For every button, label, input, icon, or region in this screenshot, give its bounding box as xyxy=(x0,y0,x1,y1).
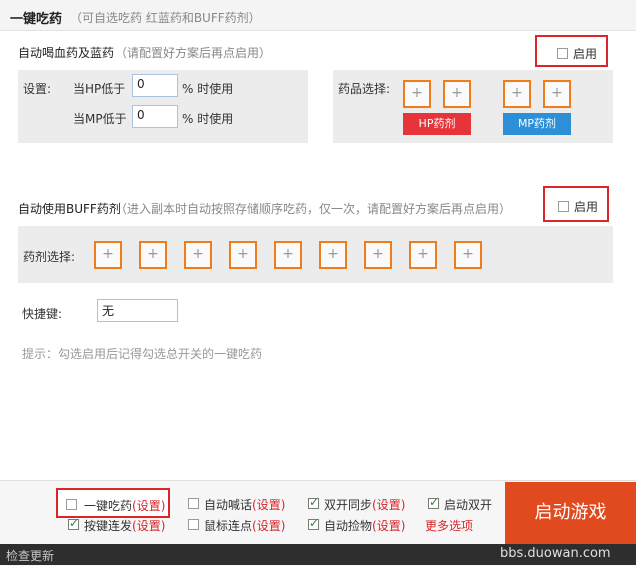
buff-enable-checkbox[interactable] xyxy=(558,201,569,212)
option-one-click-potion-label: 一键吃药 xyxy=(84,499,133,513)
option-auto-pickup-settings-link[interactable]: (设置) xyxy=(372,519,405,533)
buff-slot-8[interactable]: + xyxy=(409,241,437,269)
hotkey-label: 快捷键: xyxy=(22,307,63,321)
buff-slot-4[interactable]: + xyxy=(229,241,257,269)
potion-section-hint: （请配置好方案后再点启用） xyxy=(115,46,272,60)
option-mouse-click-settings-link[interactable]: (设置) xyxy=(252,519,285,533)
option-start-dual-label: 启动双开 xyxy=(444,498,493,512)
potion-enable-label: 启用 xyxy=(573,47,598,61)
buff-slot-1[interactable]: + xyxy=(94,241,122,269)
option-key-repeat-settings-link[interactable]: (设置) xyxy=(132,519,165,533)
buff-select-panel: 药剂选择: + + + + + + + + + xyxy=(18,226,613,283)
buff-slot-3[interactable]: + xyxy=(184,241,212,269)
mp-potion-label: MP药剂 xyxy=(503,113,571,135)
hp-threshold-label: 当HP低于 xyxy=(73,82,126,96)
hotkey-input[interactable]: 无 xyxy=(97,299,178,322)
option-auto-shout-checkbox[interactable] xyxy=(188,498,199,509)
buff-enable-toggle[interactable]: 启用 xyxy=(543,186,609,222)
potion-select-panel: 药品选择: + + + + HP药剂 MP药剂 xyxy=(333,70,613,143)
option-mouse-click-label: 鼠标连点 xyxy=(204,519,253,533)
page-subtitle: （可自选吃药 红蓝药和BUFF药剂） xyxy=(70,11,261,25)
option-auto-pickup-checkbox[interactable] xyxy=(308,516,319,530)
mp-threshold-suffix: % 时使用 xyxy=(182,112,234,126)
check-update-link[interactable]: 检查更新 xyxy=(6,547,54,564)
potion-settings-panel: 设置: 当HP低于 0 % 时使用 当MP低于 0 % 时使用 xyxy=(18,70,308,143)
buff-slot-5[interactable]: + xyxy=(274,241,302,269)
option-dual-sync-checkbox[interactable] xyxy=(308,495,319,509)
mp-potion-slot-1[interactable]: + xyxy=(503,80,531,108)
option-dual-sync-settings-link[interactable]: (设置) xyxy=(372,498,405,512)
more-options-link[interactable]: 更多选项 xyxy=(425,517,473,534)
hp-potion-slot-1[interactable]: + xyxy=(403,80,431,108)
buff-section-hint: （进入副本时自动按照存储顺序吃药，仅一次，请配置好方案后再点启用） xyxy=(115,202,512,216)
buff-select-label: 药剂选择: xyxy=(23,250,76,264)
potion-select-label: 药品选择: xyxy=(338,82,391,96)
buff-slot-9[interactable]: + xyxy=(454,241,482,269)
option-key-repeat-checkbox[interactable] xyxy=(68,516,79,530)
buff-enable-label: 启用 xyxy=(574,200,599,214)
option-auto-shout-settings-link[interactable]: (设置) xyxy=(252,498,285,512)
option-start-dual-checkbox[interactable] xyxy=(428,495,439,509)
option-mouse-click-checkbox[interactable] xyxy=(188,519,199,530)
option-dual-sync-label: 双开同步 xyxy=(324,498,373,512)
start-game-button[interactable]: 启动游戏 xyxy=(505,482,636,544)
option-one-click-potion-checkbox[interactable] xyxy=(66,499,77,510)
hp-threshold-input[interactable]: 0 xyxy=(132,74,178,97)
option-one-click-potion[interactable]: 一键吃药(设置) xyxy=(56,488,170,518)
page-title: 一键吃药 xyxy=(10,12,63,27)
option-auto-shout-label: 自动喊话 xyxy=(204,498,253,512)
potion-section-title: 自动喝血药及蓝药 xyxy=(18,46,115,60)
potion-enable-toggle[interactable]: 启用 xyxy=(535,35,608,67)
mp-threshold-label: 当MP低于 xyxy=(73,112,127,126)
hp-potion-label: HP药剂 xyxy=(403,113,471,135)
hp-potion-slot-2[interactable]: + xyxy=(443,80,471,108)
mp-potion-slot-2[interactable]: + xyxy=(543,80,571,108)
option-key-repeat-label: 按键连发 xyxy=(84,519,133,533)
mp-threshold-input[interactable]: 0 xyxy=(132,105,178,128)
option-one-click-potion-settings-link[interactable]: (设置) xyxy=(132,499,165,513)
buff-slot-2[interactable]: + xyxy=(139,241,167,269)
potion-enable-checkbox[interactable] xyxy=(557,48,568,59)
buff-slot-7[interactable]: + xyxy=(364,241,392,269)
option-auto-pickup-label: 自动捡物 xyxy=(324,519,373,533)
buff-tip: 提示：勾选启用后记得勾选总开关的一键吃药 xyxy=(22,347,263,361)
settings-label: 设置: xyxy=(23,82,52,96)
watermark: bbs.duowan.com xyxy=(500,546,611,561)
buff-section-title: 自动使用BUFF药剂 xyxy=(18,202,121,216)
buff-slot-6[interactable]: + xyxy=(319,241,347,269)
hp-threshold-suffix: % 时使用 xyxy=(182,82,234,96)
